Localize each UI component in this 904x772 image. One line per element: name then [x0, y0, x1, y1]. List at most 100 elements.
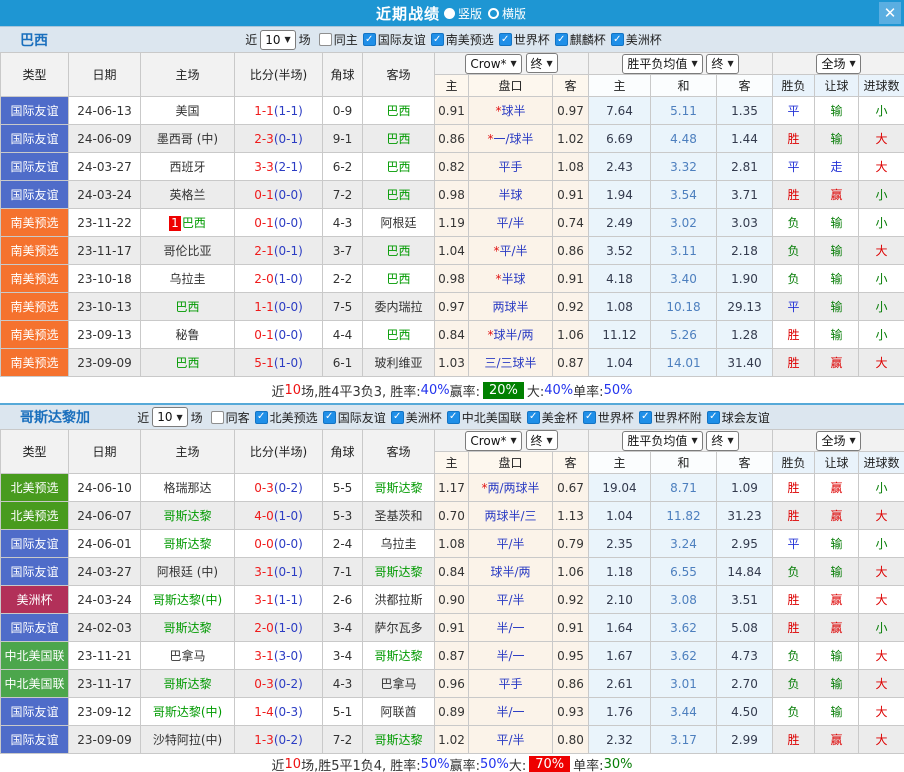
match-row: 国际友谊 24-06-13 美国 1-1(1-1) 0-9 巴西 0.91 *球半 0.97 7.… — [0, 96, 904, 125]
handicap-text: 平/半 — [496, 733, 525, 747]
home-odds-cell: 0.98 — [434, 180, 469, 209]
checkbox-checked-icon[interactable]: ✓ — [582, 410, 596, 424]
horizontal-radio-label[interactable]: 横版 — [502, 5, 526, 22]
avg-type-select[interactable]: 胜平负均值 ▼ — [622, 53, 703, 74]
win-loss-cell: 平 — [772, 292, 816, 321]
checkbox-checked-icon[interactable]: ✓ — [498, 33, 512, 46]
home-team-name: 哥伦比亚 — [163, 244, 212, 258]
home-team-cell: 哥斯达黎 — [140, 529, 235, 558]
checkbox-checked-icon[interactable]: ✓ — [446, 410, 460, 424]
competition-filter[interactable]: ✓ 美洲杯 — [390, 409, 442, 426]
handicap-text: 两球半 — [492, 300, 529, 314]
odds-company-select[interactable]: Crow* ▼ — [465, 53, 522, 74]
checkbox-unchecked-icon[interactable] — [210, 410, 224, 424]
same-venue-filter[interactable]: 同主 — [318, 31, 358, 48]
handicap-result-cell: 赢 — [814, 613, 860, 642]
win-loss-cell: 胜 — [772, 585, 816, 614]
avg-type-select[interactable]: 胜平负均值 ▼ — [622, 430, 703, 451]
recent-count-select[interactable]: 10 ▼ — [260, 29, 296, 50]
handicap-cell: *平/半 — [468, 236, 553, 265]
checkbox-checked-icon[interactable]: ✓ — [638, 410, 652, 424]
home-team-name: 巴西 — [175, 300, 200, 314]
competition-filter[interactable]: ✓ 世界杯 — [582, 409, 634, 426]
checkbox-checked-icon[interactable]: ✓ — [430, 33, 444, 46]
halftime-score: (0-0) — [273, 187, 303, 202]
competition-filter[interactable]: ✓ 世界杯附 — [638, 409, 702, 426]
chevron-down-icon: ▼ — [849, 59, 856, 68]
away-team-name: 圣基茨和 — [374, 509, 423, 523]
vertical-radio-selected-icon[interactable] — [443, 7, 455, 19]
odds-time-select[interactable]: 终 ▼ — [525, 53, 558, 74]
home-team-name: 哥斯达黎 — [163, 537, 212, 551]
win-loss-cell: 胜 — [772, 320, 816, 349]
filter-label: 美洲杯 — [405, 410, 442, 425]
handicap-result-cell: 赢 — [814, 501, 860, 530]
recent-count-select[interactable]: 10 ▼ — [152, 407, 188, 427]
competition-filter[interactable]: ✓ 北美预选 — [254, 409, 318, 426]
handicap-result-cell: 赢 — [814, 585, 860, 614]
vertical-radio-label[interactable]: 竖版 — [458, 5, 482, 22]
odds-company-select[interactable]: Crow* ▼ — [465, 430, 522, 451]
avg-home-cell: 1.94 — [588, 180, 651, 209]
win-loss-cell: 负 — [772, 236, 816, 265]
match-date-cell: 24-06-10 — [68, 473, 141, 502]
scope-select[interactable]: 全场 ▼ — [816, 430, 861, 451]
goals-result-cell: 小 — [858, 96, 904, 125]
checkbox-checked-icon[interactable]: ✓ — [526, 410, 540, 424]
away-team-name: 巴西 — [386, 160, 411, 174]
away-odds-cell: 0.79 — [552, 529, 589, 558]
competition-filter[interactable]: ✓ 麒麟杯 — [554, 31, 606, 48]
handicap-result-cell: 赢 — [814, 180, 860, 209]
competition-filter[interactable]: ✓ 国际友谊 — [322, 409, 386, 426]
halftime-score: (0-2) — [273, 676, 303, 691]
avg-time-select[interactable]: 终 ▼ — [706, 430, 739, 451]
goals-result-cell: 小 — [858, 180, 904, 209]
competition-filter[interactable]: ✓ 世界杯 — [498, 31, 550, 48]
score-cell: 2-1(0-1) — [234, 236, 323, 265]
avg-time-select[interactable]: 终 ▼ — [706, 53, 739, 74]
competition-type-cell: 国际友谊 — [0, 180, 69, 209]
chevron-down-icon: ▼ — [510, 59, 517, 69]
handicap-text: 平/半 — [496, 593, 525, 607]
checkbox-checked-icon[interactable]: ✓ — [254, 410, 268, 424]
competition-filter[interactable]: ✓ 南美预选 — [430, 31, 494, 48]
checkbox-checked-icon[interactable]: ✓ — [610, 33, 624, 46]
chevron-down-icon: ▼ — [691, 59, 698, 68]
checkbox-checked-icon[interactable]: ✓ — [390, 410, 404, 424]
col-home: 主场 — [140, 52, 235, 97]
avg-away-cell: 29.13 — [715, 292, 774, 321]
competition-filter[interactable]: ✓ 国际友谊 — [362, 31, 426, 48]
competition-filter[interactable]: ✓ 美洲杯 — [610, 31, 662, 48]
away-odds-cell: 0.74 — [552, 208, 589, 237]
competition-type-cell: 国际友谊 — [0, 697, 69, 726]
checkbox-checked-icon[interactable]: ✓ — [322, 410, 336, 424]
match-date-cell: 23-11-22 — [68, 208, 141, 237]
match-date-cell: 24-03-24 — [68, 585, 141, 614]
odds-time-select[interactable]: 终 ▼ — [525, 430, 558, 451]
checkbox-checked-icon[interactable]: ✓ — [362, 33, 376, 46]
checkbox-unchecked-icon[interactable] — [318, 33, 332, 46]
competition-filter[interactable]: ✓ 球会友谊 — [706, 409, 770, 426]
close-button[interactable]: ✕ — [879, 2, 901, 24]
checkbox-checked-icon[interactable]: ✓ — [706, 410, 720, 424]
handicap-text: 球半/两 — [493, 328, 534, 342]
match-date-cell: 24-03-24 — [68, 180, 141, 209]
avg-away-cell: 4.50 — [715, 697, 774, 726]
corner-cell: 5-1 — [322, 697, 363, 726]
competition-type-cell: 中北美国联 — [0, 669, 69, 698]
away-team-name: 巴西 — [386, 188, 411, 202]
handicap-text: 平/半 — [499, 244, 528, 258]
avg-home-cell: 11.12 — [588, 320, 651, 349]
match-row: 南美预选 23-11-22 1 巴西 0-1(0-0) 4-3 阿根廷 1.19 平/半 0.74… — [0, 208, 904, 237]
scope-select[interactable]: 全场 ▼ — [816, 53, 861, 74]
competition-filter[interactable]: ✓ 美金杯 — [526, 409, 578, 426]
checkbox-checked-icon[interactable]: ✓ — [554, 33, 568, 46]
horizontal-radio-icon[interactable] — [488, 7, 499, 19]
avg-draw-cell: 6.55 — [650, 557, 717, 586]
competition-filter[interactable]: ✓ 中北美国联 — [446, 409, 522, 426]
col-goals-result: 进球数 — [858, 74, 904, 97]
same-venue-filter[interactable]: 同客 — [210, 409, 250, 426]
home-team-name: 哥斯达黎(中) — [152, 705, 223, 719]
win-loss-cell: 负 — [772, 641, 816, 670]
goals-result-cell: 小 — [858, 208, 904, 237]
